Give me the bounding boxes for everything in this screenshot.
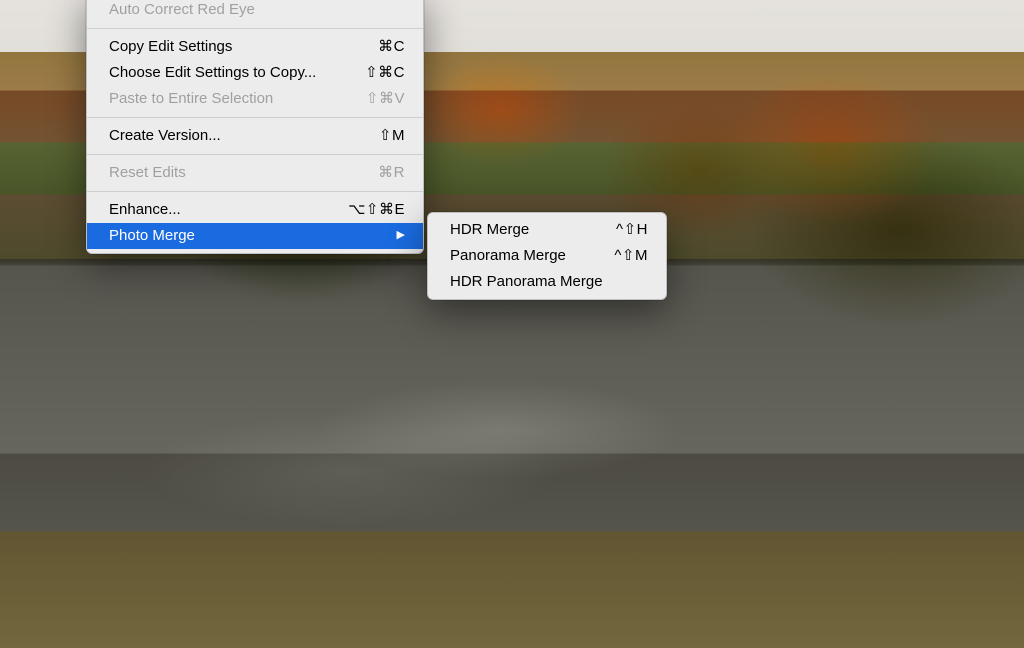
menu-separator [87, 28, 423, 29]
menu-item-shortcut: ⌥⇧⌘E [348, 199, 405, 220]
menu-item-choose-edit-settings[interactable]: Choose Edit Settings to Copy... ⇧⌘C [87, 60, 423, 86]
menu-item-reset-edits: Reset Edits ⌘R [87, 160, 423, 186]
menu-item-shortcut: ⇧⌘V [366, 88, 405, 109]
photo-merge-submenu: HDR Merge ^⇧H Panorama Merge ^⇧M HDR Pan… [427, 212, 667, 300]
menu-item-shortcut: ^⇧H [616, 219, 648, 240]
submenu-item-panorama-merge[interactable]: Panorama Merge ^⇧M [428, 243, 666, 269]
menu-item-shortcut: ⇧⌘C [365, 62, 405, 83]
menu-item-label: Copy Edit Settings [109, 36, 232, 57]
menu-item-shortcut: ⌘C [378, 36, 405, 57]
menu-separator [87, 154, 423, 155]
edit-menu: Auto Correct Red Eye Copy Edit Settings … [86, 0, 424, 254]
menu-item-label: Auto Correct Red Eye [109, 0, 255, 20]
menu-item-create-version[interactable]: Create Version... ⇧M [87, 123, 423, 149]
menu-item-label: Photo Merge [109, 225, 195, 246]
submenu-item-hdr-panorama-merge[interactable]: HDR Panorama Merge [428, 269, 666, 295]
menu-item-label: HDR Panorama Merge [450, 271, 603, 292]
menu-item-auto-correct-red-eye: Auto Correct Red Eye [87, 0, 423, 23]
menu-item-label: Choose Edit Settings to Copy... [109, 62, 316, 83]
menu-separator [87, 191, 423, 192]
menu-item-label: Panorama Merge [450, 245, 566, 266]
submenu-arrow-icon: ▶ [397, 225, 405, 246]
menu-item-copy-edit-settings[interactable]: Copy Edit Settings ⌘C [87, 34, 423, 60]
menu-item-label: Create Version... [109, 125, 221, 146]
menu-item-label: Reset Edits [109, 162, 186, 183]
menu-separator [87, 117, 423, 118]
menu-item-label: Enhance... [109, 199, 181, 220]
menu-item-shortcut: ^⇧M [614, 245, 648, 266]
menu-item-shortcut: ⌘R [378, 162, 405, 183]
submenu-item-hdr-merge[interactable]: HDR Merge ^⇧H [428, 217, 666, 243]
menu-item-label: Paste to Entire Selection [109, 88, 273, 109]
menu-item-photo-merge[interactable]: Photo Merge ▶ [87, 223, 423, 249]
menu-item-shortcut: ⇧M [379, 125, 405, 146]
menu-item-paste-to-selection: Paste to Entire Selection ⇧⌘V [87, 86, 423, 112]
menu-item-label: HDR Merge [450, 219, 529, 240]
menu-item-enhance[interactable]: Enhance... ⌥⇧⌘E [87, 197, 423, 223]
